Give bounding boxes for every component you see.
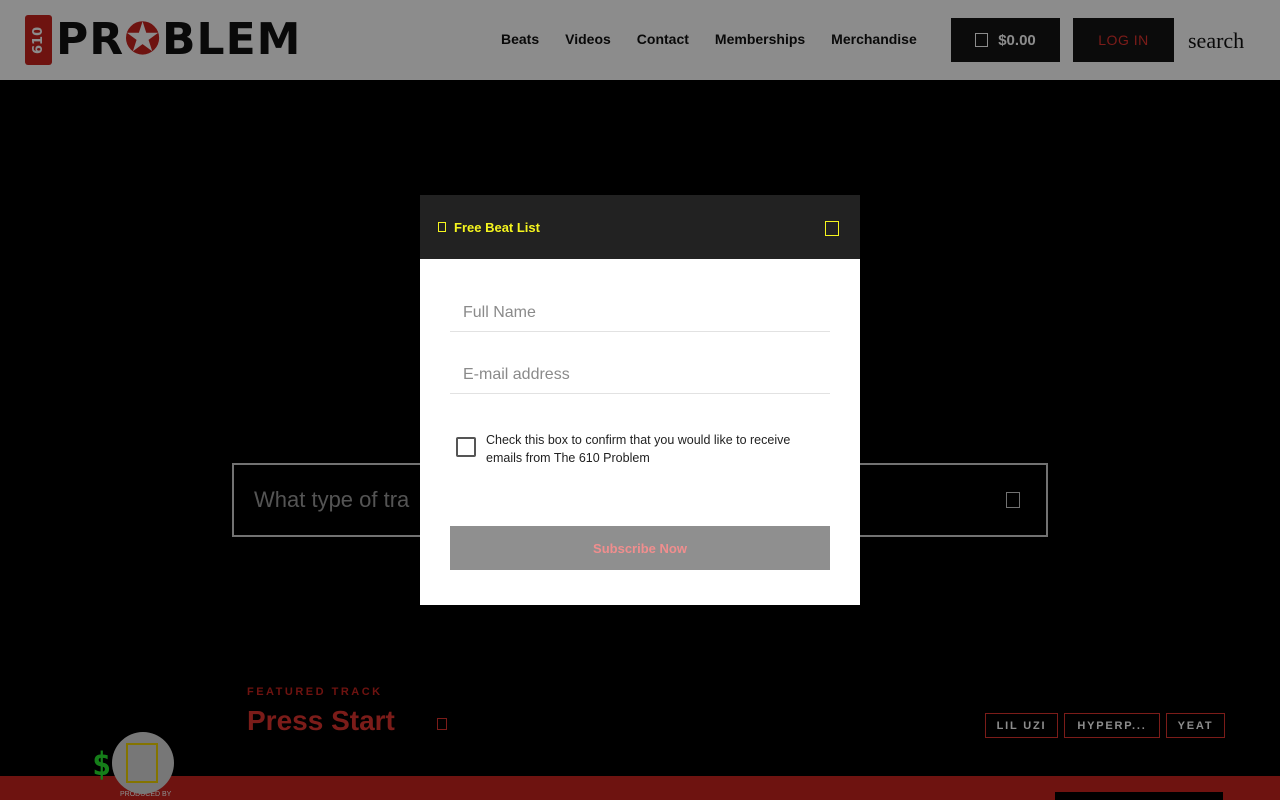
consent-checkbox[interactable] [456,437,476,457]
modal-title: Free Beat List [454,220,540,235]
free-beat-list-modal: Free Beat List Check this box to confirm… [420,195,860,605]
email-input[interactable] [450,356,830,393]
full-name-field [450,294,830,332]
list-icon [438,222,446,232]
subscribe-button[interactable]: Subscribe Now [450,526,830,570]
close-icon[interactable] [825,221,839,236]
modal-header: Free Beat List [420,195,860,259]
email-field [450,356,830,394]
full-name-input[interactable] [450,294,830,331]
consent-text: Check this box to confirm that you would… [486,433,791,465]
